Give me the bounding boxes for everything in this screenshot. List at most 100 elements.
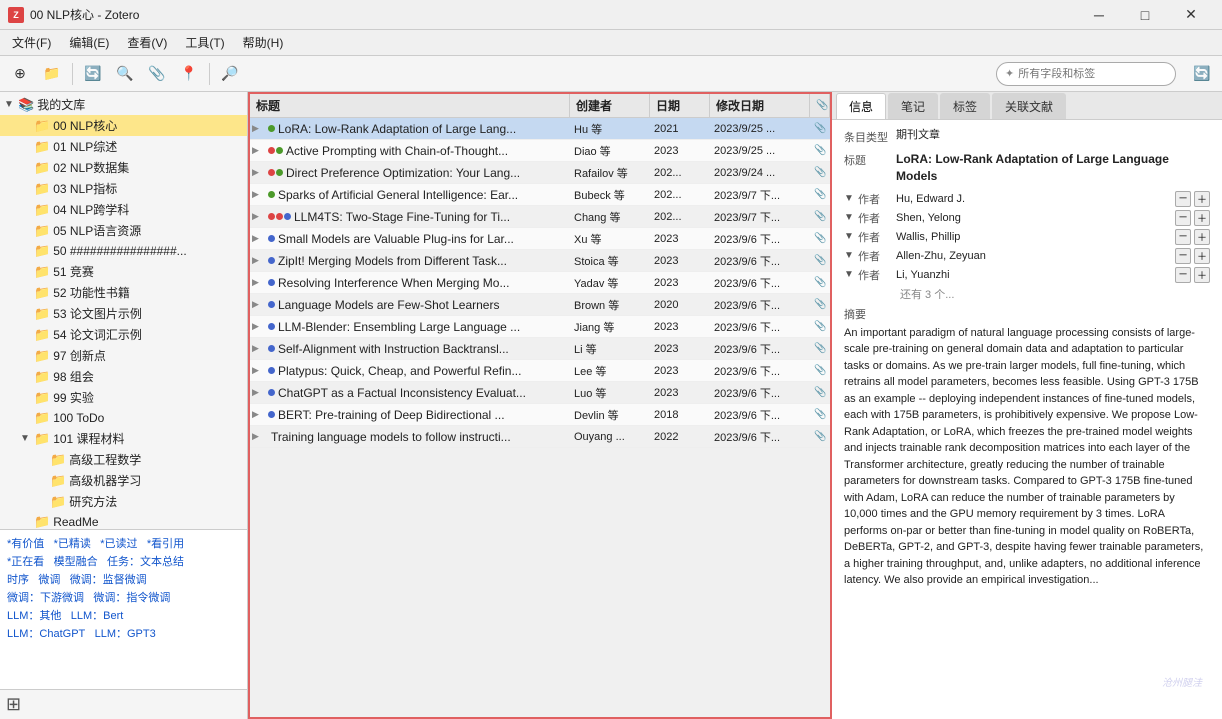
sidebar-item-label: 53 论文图片示例 xyxy=(53,305,142,322)
table-row[interactable]: ▶Training language models to follow inst… xyxy=(250,426,830,448)
sidebar-item-02nlp[interactable]: 📁 02 NLP数据集 xyxy=(0,157,247,178)
menu-tools[interactable]: 工具(T) xyxy=(177,32,232,53)
author-remove-btn[interactable]: ─ xyxy=(1175,248,1191,264)
sidebar-item-51[interactable]: 📁 51 竞赛 xyxy=(0,261,247,282)
menu-view[interactable]: 查看(V) xyxy=(119,32,175,53)
sidebar-item-99[interactable]: 📁 99 实验 xyxy=(0,387,247,408)
column-creator[interactable]: 创建者 xyxy=(570,94,650,117)
new-collection-button[interactable]: 📁 xyxy=(38,60,66,88)
column-title[interactable]: 标题 xyxy=(250,94,570,117)
author-remove-btn[interactable]: ─ xyxy=(1175,191,1191,207)
tag-item[interactable]: *已精读 xyxy=(54,535,91,551)
maximize-button[interactable]: □ xyxy=(1122,0,1168,30)
tag-item[interactable]: LLM：ChatGPT xyxy=(7,625,85,641)
close-button[interactable]: ✕ xyxy=(1168,0,1214,30)
sidebar-item-advanced-math[interactable]: 📁 高级工程数学 xyxy=(0,449,247,470)
table-row[interactable]: ▶LLM-Blender: Ensembling Large Language … xyxy=(250,316,830,338)
row-attachment: 📎 xyxy=(810,404,830,425)
table-row[interactable]: ▶Active Prompting with Chain-of-Thought.… xyxy=(250,140,830,162)
author-add-btn[interactable]: ＋ xyxy=(1194,191,1210,207)
sidebar-item-04nlp[interactable]: 📁 04 NLP跨学科 xyxy=(0,199,247,220)
advanced-search-button[interactable]: 🔎 xyxy=(216,60,244,88)
tab-related[interactable]: 关联文献 xyxy=(992,93,1066,119)
menu-file[interactable]: 文件(F) xyxy=(4,32,59,53)
tag-item[interactable]: 时序 xyxy=(7,571,29,587)
tag-item[interactable]: *已读过 xyxy=(100,535,137,551)
tag-item[interactable]: 微调：监督微调 xyxy=(70,571,147,587)
tag-item[interactable]: 微调：下游微调 xyxy=(7,589,84,605)
add-tag-button[interactable]: ⊞ xyxy=(6,694,21,715)
sidebar-item-label: 100 ToDo xyxy=(53,411,104,425)
sidebar-item-52[interactable]: 📁 52 功能性书籍 xyxy=(0,282,247,303)
author-remove-btn[interactable]: ─ xyxy=(1175,210,1191,226)
menu-edit[interactable]: 编辑(E) xyxy=(61,32,117,53)
sidebar-item-97[interactable]: 📁 97 创新点 xyxy=(0,345,247,366)
column-attach[interactable]: 📎 xyxy=(810,94,830,117)
table-row[interactable]: ▶LLM4TS: Two-Stage Fine-Tuning for Ti...… xyxy=(250,206,830,228)
sidebar-item-50[interactable]: 📁 50 ################... xyxy=(0,241,247,261)
author-add-btn[interactable]: ＋ xyxy=(1194,229,1210,245)
locate-button[interactable]: 📍 xyxy=(175,60,203,88)
right-sync-button[interactable]: 🔄 xyxy=(1188,60,1216,88)
chevron-down-icon: ▼ xyxy=(20,433,34,444)
row-title: Training language models to follow instr… xyxy=(271,430,511,444)
sidebar-item-98[interactable]: 📁 98 组会 xyxy=(0,366,247,387)
tag-item[interactable]: LLM：GPT3 xyxy=(95,625,156,641)
sidebar-item-advanced-ml[interactable]: 📁 高级机器学习 xyxy=(0,470,247,491)
table-row[interactable]: ▶Self-Alignment with Instruction Backtra… xyxy=(250,338,830,360)
table-row[interactable]: ▶Language Models are Few-Shot LearnersBr… xyxy=(250,294,830,316)
sidebar-item-label: 99 实验 xyxy=(53,389,94,406)
sidebar-item-00nlp[interactable]: 📁 00 NLP核心 xyxy=(0,115,247,136)
column-modified[interactable]: 修改日期 xyxy=(710,94,810,117)
row-creator: Jiang 等 xyxy=(570,316,650,337)
sidebar-item-101[interactable]: ▼ 📁 101 课程材料 xyxy=(0,428,247,449)
new-item-button[interactable]: ⊕ xyxy=(6,60,34,88)
sidebar-item-readme[interactable]: 📁 ReadMe xyxy=(0,512,247,529)
table-row[interactable]: ▶Resolving Interference When Merging Mo.… xyxy=(250,272,830,294)
folder-icon: 📁 xyxy=(34,264,50,280)
tag-item[interactable]: *看引用 xyxy=(147,535,184,551)
tag-item[interactable]: 微调：指令微调 xyxy=(93,589,170,605)
sidebar-item-100[interactable]: 📁 100 ToDo xyxy=(0,408,247,428)
table-row[interactable]: ▶ZipIt! Merging Models from Different Ta… xyxy=(250,250,830,272)
sync-button[interactable]: 🔄 xyxy=(79,60,107,88)
tag-item[interactable]: LLM：Bert xyxy=(71,607,124,623)
row-title-cell: Language Models are Few-Shot Learners xyxy=(264,294,570,315)
table-row[interactable]: ▶Platypus: Quick, Cheap, and Powerful Re… xyxy=(250,360,830,382)
tag-item[interactable]: *有价值 xyxy=(7,535,44,551)
menu-help[interactable]: 帮助(H) xyxy=(235,32,292,53)
author-add-btn[interactable]: ＋ xyxy=(1194,210,1210,226)
sidebar-item-05nlp[interactable]: 📁 05 NLP语言资源 xyxy=(0,220,247,241)
search-button[interactable]: 🔍 xyxy=(111,60,139,88)
minimize-button[interactable]: ─ xyxy=(1076,0,1122,30)
sidebar-item-label: 04 NLP跨学科 xyxy=(53,201,129,218)
author-remove-btn[interactable]: ─ xyxy=(1175,267,1191,283)
tag-item[interactable]: 任务：文本总结 xyxy=(107,553,184,569)
table-row[interactable]: ▶ChatGPT as a Factual Inconsistency Eval… xyxy=(250,382,830,404)
table-row[interactable]: ▶Direct Preference Optimization: Your La… xyxy=(250,162,830,184)
author-add-btn[interactable]: ＋ xyxy=(1194,267,1210,283)
tab-notes[interactable]: 笔记 xyxy=(888,93,938,119)
tag-item[interactable]: LLM：其他 xyxy=(7,607,61,623)
sidebar-item-research-method[interactable]: 📁 研究方法 xyxy=(0,491,247,512)
search-input[interactable] xyxy=(1018,68,1158,80)
table-row[interactable]: ▶Small Models are Valuable Plug-ins for … xyxy=(250,228,830,250)
tab-info[interactable]: 信息 xyxy=(836,93,886,119)
table-row[interactable]: ▶LoRA: Low-Rank Adaptation of Large Lang… xyxy=(250,118,830,140)
folder-icon: 📁 xyxy=(34,202,50,218)
author-add-btn[interactable]: ＋ xyxy=(1194,248,1210,264)
sidebar-item-my-library[interactable]: ▼ 📚 我的文库 xyxy=(0,94,247,115)
sidebar-item-53[interactable]: 📁 53 论文图片示例 xyxy=(0,303,247,324)
tab-tags[interactable]: 标签 xyxy=(940,93,990,119)
tag-item[interactable]: *正在看 xyxy=(7,553,44,569)
tag-item[interactable]: 模型融合 xyxy=(54,553,98,569)
table-row[interactable]: ▶Sparks of Artificial General Intelligen… xyxy=(250,184,830,206)
sidebar-item-01nlp[interactable]: 📁 01 NLP综述 xyxy=(0,136,247,157)
column-date[interactable]: 日期 xyxy=(650,94,710,117)
sidebar-item-03nlp[interactable]: 📁 03 NLP指标 xyxy=(0,178,247,199)
tag-item[interactable]: 微调 xyxy=(38,571,60,587)
table-row[interactable]: ▶BERT: Pre-training of Deep Bidirectiona… xyxy=(250,404,830,426)
sidebar-item-54[interactable]: 📁 54 论文词汇示例 xyxy=(0,324,247,345)
attach-button[interactable]: 📎 xyxy=(143,60,171,88)
author-remove-btn[interactable]: ─ xyxy=(1175,229,1191,245)
